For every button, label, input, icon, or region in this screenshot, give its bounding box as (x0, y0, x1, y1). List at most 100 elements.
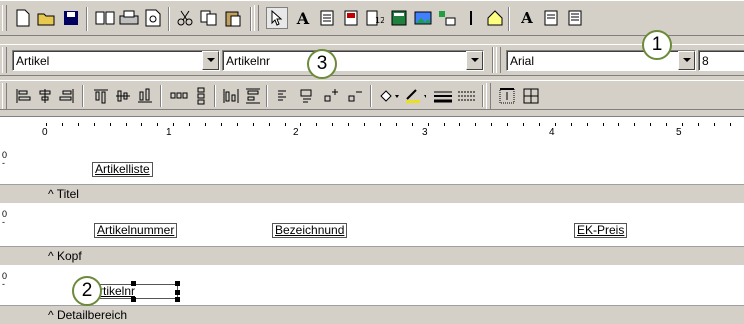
band-detail-label[interactable]: ^ Detailbereich (0, 305, 744, 324)
field-select[interactable]: Artikelnr (222, 50, 484, 71)
ruler-tick (173, 123, 175, 126)
ruler-tick (300, 123, 302, 126)
grow-icon[interactable] (320, 85, 342, 107)
save-icon[interactable] (60, 7, 82, 29)
ruler-tick (46, 123, 47, 126)
paste-icon[interactable] (222, 7, 244, 29)
ruler-label: 0 (42, 127, 48, 138)
same-width-icon[interactable] (220, 85, 242, 107)
ruler-tick (427, 123, 429, 126)
ruler-tick (348, 123, 350, 126)
line-width-icon[interactable] (432, 85, 454, 107)
align-middle-icon[interactable] (112, 85, 134, 107)
text-tool-icon[interactable]: A (292, 7, 314, 29)
ruler-tick (713, 123, 715, 126)
cut-icon[interactable] (174, 7, 196, 29)
line-color-icon[interactable] (404, 85, 426, 107)
ruler-tick (491, 123, 493, 126)
ruler-tick (618, 123, 620, 126)
same-height-icon[interactable] (242, 85, 264, 107)
standard-toolbar: A 12 A (0, 0, 744, 36)
open-folder-icon[interactable] (36, 7, 58, 29)
resize-handle[interactable] (175, 290, 180, 295)
toolbar-grip[interactable] (254, 5, 259, 31)
toolbar-grip[interactable] (2, 5, 7, 31)
calculator-icon[interactable] (388, 7, 410, 29)
new-document-icon[interactable] (12, 7, 34, 29)
ruler-tick (205, 123, 206, 126)
chevron-down-icon[interactable] (202, 51, 219, 70)
ruler-tick (220, 123, 222, 126)
align-left-icon[interactable] (12, 85, 34, 107)
home-icon[interactable] (484, 7, 506, 29)
toolbar-grip[interactable] (486, 83, 491, 109)
book-icon[interactable] (94, 7, 116, 29)
title-field[interactable]: Artikelliste (92, 162, 153, 177)
band-detail-area[interactable]: 0 - rtikelnr (0, 265, 744, 305)
space-vertical-icon[interactable] (190, 85, 212, 107)
ruler-tick (379, 123, 381, 126)
ruler-tick (316, 123, 318, 126)
band-kopf-area[interactable]: 0 - Artikelnummer Bezeichnund EK-Preis (0, 203, 744, 246)
ruler-label: 5 (676, 127, 682, 138)
line-style-icon[interactable] (456, 85, 478, 107)
band-titel-area[interactable]: 0 - Artikelliste (0, 144, 744, 184)
toolbar-grip[interactable] (2, 83, 7, 109)
ruler-tick (61, 123, 63, 126)
table-select[interactable]: Artikel (12, 50, 220, 71)
ruler-tick (189, 123, 191, 126)
ruler-tick (443, 123, 445, 126)
ruler-tick (570, 123, 572, 126)
align-bottom-icon[interactable] (134, 85, 156, 107)
border-top-icon[interactable] (496, 85, 518, 107)
detail-field-artikelnr[interactable]: rtikelnr (96, 284, 178, 299)
space-horizontal-icon[interactable] (168, 85, 190, 107)
callout-3: 3 (307, 49, 337, 79)
ruler-tick (252, 123, 254, 126)
align-top-icon[interactable] (90, 85, 112, 107)
border-all-icon[interactable] (520, 85, 542, 107)
page-setup-icon[interactable] (540, 7, 562, 29)
column-header-ek-preis[interactable]: EK-Preis (574, 223, 628, 238)
chevron-down-icon[interactable] (466, 51, 483, 70)
send-back-icon[interactable] (296, 85, 318, 107)
column-header-bezeichnung[interactable]: Bezeichnund (272, 223, 348, 238)
ruler-tick (109, 123, 111, 126)
band-marker-dash: - (2, 279, 5, 289)
format-text-icon[interactable]: A (516, 7, 538, 29)
ruler-tick (268, 123, 270, 126)
memo-field-icon[interactable] (340, 7, 362, 29)
band-titel-label[interactable]: ^ Titel (0, 184, 744, 203)
ole-object-icon[interactable] (436, 7, 458, 29)
toolbar-grip[interactable] (496, 47, 501, 73)
ruler-tick (459, 123, 461, 126)
report-properties-icon[interactable] (564, 7, 586, 29)
ruler-tick (475, 123, 477, 126)
resize-handle[interactable] (131, 297, 136, 302)
ruler-tick (125, 123, 127, 126)
print-icon[interactable] (118, 7, 140, 29)
copy-icon[interactable] (198, 7, 220, 29)
bring-front-icon[interactable] (272, 85, 294, 107)
resize-handle[interactable] (131, 281, 136, 286)
ruler-label: 4 (549, 127, 555, 138)
ruler-tick (538, 123, 540, 126)
align-center-icon[interactable] (34, 85, 56, 107)
select-pointer-icon[interactable] (266, 7, 288, 29)
list-tool-icon[interactable] (316, 7, 338, 29)
toolbar-grip[interactable] (2, 47, 7, 73)
font-size-select[interactable]: 8 (698, 50, 744, 71)
align-right-icon[interactable] (56, 85, 78, 107)
line-tool-icon[interactable] (460, 7, 482, 29)
field-list-icon[interactable]: 12 (364, 7, 386, 29)
resize-handle[interactable] (175, 297, 180, 302)
column-header-artikelnummer[interactable]: Artikelnummer (94, 223, 178, 238)
fill-color-icon[interactable] (378, 85, 400, 107)
shrink-icon[interactable] (344, 85, 366, 107)
band-kopf-label[interactable]: ^ Kopf (0, 246, 744, 265)
band-marker-dash: - (2, 217, 5, 227)
resize-handle[interactable] (175, 281, 180, 286)
chevron-down-icon[interactable] (678, 51, 695, 70)
print-preview-icon[interactable] (142, 7, 164, 29)
image-tool-icon[interactable] (412, 7, 434, 29)
